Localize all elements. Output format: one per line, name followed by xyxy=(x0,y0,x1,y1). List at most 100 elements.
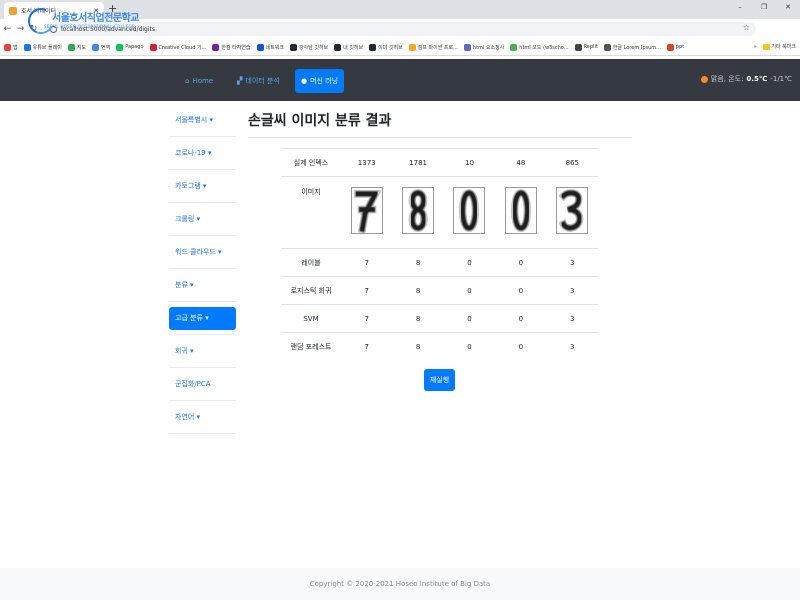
sun-icon xyxy=(700,75,708,83)
sidebar-item[interactable]: 자연어 ▾ xyxy=(169,401,236,434)
sidebar-item[interactable]: 회귀 ▾ xyxy=(169,335,236,368)
table-row: 레이블 7 8 0 0 3 xyxy=(281,248,598,277)
nav-data-analysis[interactable]: ▞ 데이터 분석 xyxy=(237,69,280,93)
nav-data-analysis-label: 데이터 분석 xyxy=(245,77,280,85)
brand-subtitle: SEOUL HOSEO OCCUPATIONAL COLLEGE xyxy=(44,24,135,29)
table-cell xyxy=(341,176,393,249)
bookmark-label: 유튜브 플레이 xyxy=(32,44,62,51)
sidebar-item[interactable]: 코로나-19 ▾ xyxy=(169,137,236,170)
bookmarks-right: » 기타 북마크 xyxy=(754,43,796,50)
table-cell: 3 xyxy=(546,248,598,277)
other-bookmarks[interactable]: 기타 북마크 xyxy=(762,43,796,50)
bookmark-favicon-icon xyxy=(92,43,100,51)
bookmark-favicon-icon xyxy=(23,43,31,51)
bookmark-item[interactable]: 내 깃허브 xyxy=(334,43,364,51)
table-cell: 865 xyxy=(546,148,598,177)
table-row: 랜덤 포레스트 7 8 0 0 3 xyxy=(281,332,598,361)
weather-temp: 0.5℃ xyxy=(746,75,768,83)
sidebar-item[interactable]: 워드 클라우드 ▾ xyxy=(169,236,236,269)
table-cell: 8 xyxy=(392,248,444,277)
sidebar-item[interactable]: 카토그램 ▾ xyxy=(169,170,236,203)
digit-image xyxy=(350,187,383,234)
bookmark-favicon-icon xyxy=(4,43,11,51)
bookmark-item[interactable]: Papago xyxy=(116,43,144,51)
bookmark-favicon-icon xyxy=(666,43,674,51)
sidebar-item[interactable]: 크롤링 ▾ xyxy=(169,203,236,236)
bookmark-item[interactable]: 지도 xyxy=(67,43,86,51)
sidebar-item[interactable]: 분류 ▾ xyxy=(169,269,236,302)
nav-machine-learning-label: 머신 러닝 xyxy=(310,77,339,85)
home-icon: ⌂ xyxy=(185,77,190,85)
bookmark-item[interactable]: Creative Cloud 기... xyxy=(149,43,206,51)
bookmark-favicon-icon xyxy=(369,43,377,51)
back-icon[interactable]: ← xyxy=(2,24,13,34)
table-cell: 3 xyxy=(546,332,598,361)
minimize-button[interactable]: – xyxy=(728,0,752,15)
rerun-button[interactable]: 재실행 xyxy=(424,369,455,391)
table-cell: 7 xyxy=(341,304,393,333)
bookmark-item[interactable]: 유튜브 플레이 xyxy=(23,43,62,51)
bookmark-favicon-icon xyxy=(463,43,471,51)
bookmark-label: 내 깃허브 xyxy=(343,44,364,51)
table-cell: 7 xyxy=(341,248,393,277)
table-cell: 8 xyxy=(392,304,444,333)
nav-machine-learning[interactable]: ● 머신 러닝 xyxy=(295,69,345,93)
bookmark-label: html 코드 (w3scho... xyxy=(519,44,569,51)
sidebar-item-wrapper: 고급 분류 ▾ xyxy=(169,302,236,335)
bookmark-favicon-icon xyxy=(149,43,157,51)
table-cell: 0 xyxy=(443,248,496,277)
table-cell: 0 xyxy=(443,276,496,305)
table-cell: 0 xyxy=(495,304,547,333)
bookmark-label: ppt xyxy=(675,44,685,50)
bookmark-label: 한컴 타자연습 xyxy=(221,44,251,51)
table-cell: 3 xyxy=(546,276,598,305)
table-row-index: 실제 인덱스 1373 1781 10 48 865 xyxy=(281,148,598,177)
bookmark-item[interactable]: 이미 깃허브 xyxy=(369,43,403,51)
maximize-button[interactable]: ❐ xyxy=(752,0,776,15)
bookmark-item[interactable]: 번역 xyxy=(92,43,110,51)
bookmark-favicon-icon xyxy=(574,43,582,51)
table-cell: 1781 xyxy=(392,148,444,177)
results-table: 실제 인덱스 1373 1781 10 48 865 이미지 레이블 7 8 0 0 3 로지스틱 회귀 7… xyxy=(281,148,598,361)
brand-name: 서울호서직업전문학교 xyxy=(52,13,140,24)
bookmark-label: 한글 Lorem Ipsum... xyxy=(612,44,661,51)
weather-range: -1/1℃ xyxy=(770,75,792,83)
table-cell: 10 xyxy=(443,148,496,177)
sidebar-item-active[interactable]: 고급 분류 ▾ xyxy=(169,306,236,330)
footer: Copyright © 2020-2021 Hoseo Institute of… xyxy=(0,568,800,600)
table-cell: 8 xyxy=(392,276,444,305)
bookmark-item[interactable]: html 코드 (w3scho... xyxy=(510,43,569,51)
table-cell: 0 xyxy=(443,332,496,361)
forward-icon[interactable]: → xyxy=(15,24,26,34)
table-cell: 3 xyxy=(546,304,598,333)
bookmark-favicon-icon xyxy=(256,43,264,51)
bookmark-item[interactable]: 네트워크 xyxy=(256,43,284,51)
bookmark-item[interactable]: 한글 Lorem Ipsum... xyxy=(603,43,661,51)
table-cell: 48 xyxy=(495,148,547,177)
bookmark-item[interactable]: html 요소정사 xyxy=(463,43,504,51)
bookmark-item[interactable]: 강사님 깃허브 xyxy=(289,43,328,51)
sidebar-item[interactable]: 군집화/PCA xyxy=(169,368,236,401)
bookmark-item[interactable]: 점프 파이썬 프로... xyxy=(408,43,458,51)
bookmark-item[interactable]: ppt xyxy=(666,43,685,51)
bookmark-favicon-icon xyxy=(116,43,124,51)
title-divider xyxy=(248,137,632,138)
close-window-button[interactable]: ✕ xyxy=(776,0,800,15)
table-row: SVM 7 8 0 0 3 xyxy=(281,304,598,333)
other-bookmarks-label: 기타 북마크 xyxy=(771,44,796,50)
digit-image xyxy=(504,187,537,234)
brain-icon: ● xyxy=(301,77,308,85)
sidebar-item[interactable]: 서울특별시 ▾ xyxy=(169,104,236,137)
bookmark-star-icon[interactable]: ☆ xyxy=(743,23,750,32)
bookmark-label: 이미 깃허브 xyxy=(378,44,403,51)
brand-logo[interactable]: 서울호서직업전문학교 SEOUL HOSEO OCCUPATIONAL COLL… xyxy=(24,4,143,38)
bookmark-item[interactable]: 한컴 타자연습 xyxy=(212,43,251,51)
url-field[interactable]: localhost:5000/advanced/digits ☆ xyxy=(44,22,756,36)
bookmarks-more-icon[interactable]: » xyxy=(754,44,757,50)
row-label: 실제 인덱스 xyxy=(281,148,341,177)
bookmark-item[interactable]: 앱 xyxy=(4,43,18,51)
nav-home[interactable]: ⌂ Home xyxy=(185,69,213,93)
folder-icon xyxy=(762,43,770,50)
window-controls: – ❐ ✕ xyxy=(728,0,800,15)
bookmark-item[interactable]: Replit xyxy=(574,43,598,51)
